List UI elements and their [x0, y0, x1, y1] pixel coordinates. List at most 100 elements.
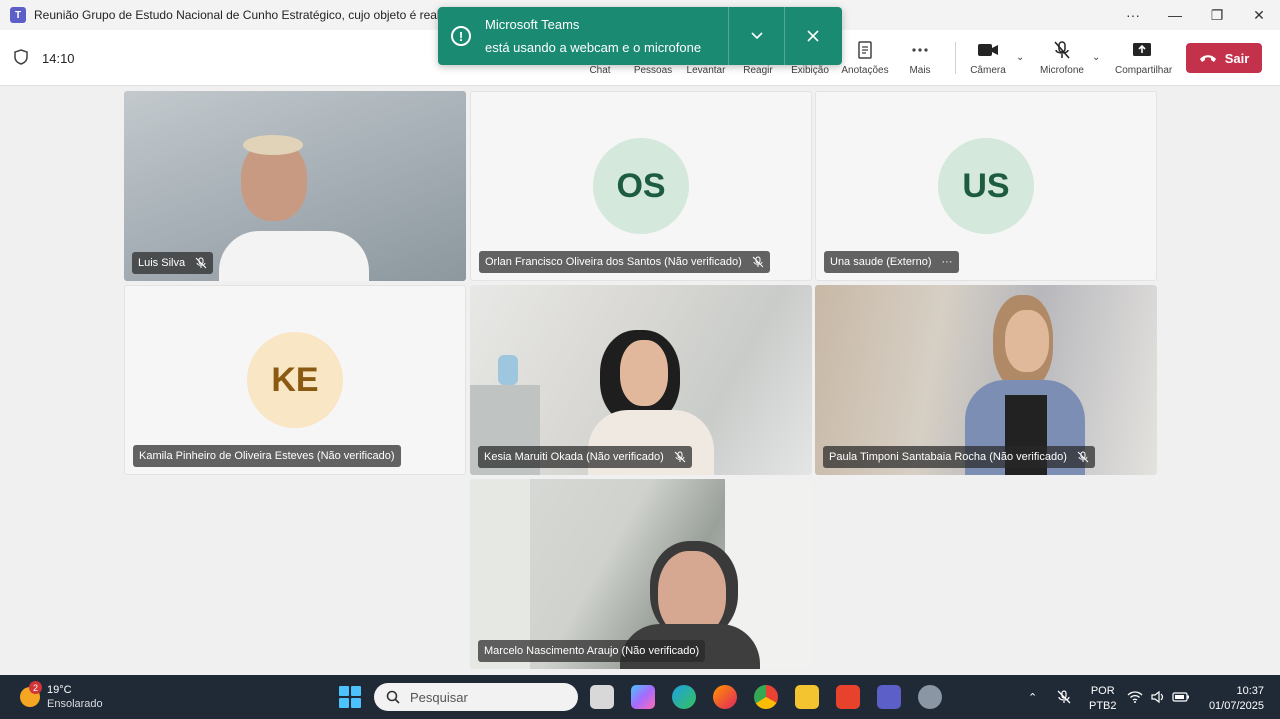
- alert-icon: !: [451, 26, 471, 46]
- mic-button[interactable]: Microfone: [1035, 38, 1089, 76]
- window-controls: ··· — ❐ ✕: [1112, 0, 1280, 30]
- participant-tile-orlan[interactable]: OS Orlan Francisco Oliveira dos Santos (…: [470, 91, 812, 281]
- mic-off-icon: [674, 451, 686, 463]
- search-placeholder: Pesquisar: [410, 689, 468, 705]
- participant-nameplate: Orlan Francisco Oliveira dos Santos (Não…: [479, 251, 770, 273]
- participant-name: Kamila Pinheiro de Oliveira Esteves (Não…: [139, 450, 395, 462]
- participant-tile-una-saude[interactable]: US Una saude (Externo) ···: [815, 91, 1157, 281]
- chevron-down-icon: [750, 32, 763, 40]
- chrome-icon[interactable]: [754, 685, 778, 709]
- view-label: Exibição: [791, 65, 829, 76]
- avatar: KE: [247, 332, 343, 428]
- system-clock[interactable]: 10:37 01/07/2025: [1200, 684, 1264, 714]
- participant-name: Marcelo Nascimento Araujo (Não verificad…: [484, 645, 700, 657]
- volume-icon[interactable]: [1150, 675, 1166, 719]
- windows-taskbar: 2 19°C Ensolarado Pesquisar ⌃ POR PTB2 1…: [0, 675, 1280, 719]
- people-label: Pessoas: [633, 65, 673, 76]
- window-more-button[interactable]: ···: [1112, 0, 1154, 30]
- settings-gear-icon[interactable]: [918, 685, 942, 709]
- mic-off-icon: [195, 257, 207, 269]
- close-window-button[interactable]: ✕: [1238, 0, 1280, 30]
- language-code: POR: [1090, 685, 1115, 697]
- participant-nameplate: Marcelo Nascimento Araujo (Não verificad…: [478, 640, 706, 662]
- more-icon: [912, 48, 928, 52]
- shield-icon: [14, 49, 28, 65]
- teams-taskbar-icon[interactable]: [877, 685, 901, 709]
- weather-temperature[interactable]: 19°C: [47, 684, 72, 696]
- notes-label: Anotações: [841, 65, 889, 76]
- clock-date: 01/07/2025: [1208, 700, 1264, 712]
- taskbar-search[interactable]: Pesquisar: [374, 683, 578, 711]
- show-hidden-icons-chevron-icon[interactable]: ⌃: [1028, 675, 1037, 719]
- toast-message: está usando a webcam e o microfone: [485, 40, 702, 55]
- search-icon: [386, 690, 400, 704]
- share-label: Compartilhar: [1115, 65, 1173, 76]
- mic-off-icon: [1057, 690, 1071, 704]
- participant-tile-kamila[interactable]: KE Kamila Pinheiro de Oliveira Esteves (…: [124, 285, 466, 475]
- mic-options-chevron-icon[interactable]: ⌄: [1092, 52, 1100, 63]
- firefox-icon[interactable]: [713, 685, 737, 709]
- participant-name: Una saude (Externo): [830, 256, 932, 268]
- teams-notification-toast: ! Microsoft Teams está usando a webcam e…: [438, 7, 842, 65]
- wps-office-icon[interactable]: [836, 685, 860, 709]
- share-icon: [1133, 43, 1151, 56]
- participant-nameplate: Paula Timponi Santabaia Rocha (Não verif…: [823, 446, 1095, 468]
- minimize-button[interactable]: —: [1154, 0, 1196, 30]
- participant-nameplate: Una saude (Externo) ···: [824, 251, 959, 273]
- input-language[interactable]: POR PTB2: [1089, 684, 1117, 714]
- toast-close-button[interactable]: [784, 7, 840, 65]
- raise-hand-label: Levantar: [686, 65, 726, 76]
- mic-off-icon: [1054, 41, 1070, 59]
- participant-tile-kesia[interactable]: Kesia Maruiti Okada (Não verificado): [470, 285, 812, 475]
- file-explorer-icon[interactable]: [795, 685, 819, 709]
- more-label: Mais: [909, 65, 931, 76]
- wifi-icon[interactable]: [1127, 675, 1143, 719]
- notes-icon: [858, 41, 872, 59]
- battery-icon[interactable]: [1172, 675, 1190, 719]
- notes-button[interactable]: Anotações: [838, 38, 892, 76]
- maximize-button[interactable]: ❐: [1196, 0, 1238, 30]
- participant-tile-marcelo[interactable]: Marcelo Nascimento Araujo (Não verificad…: [470, 479, 812, 669]
- keyboard-layout: PTB2: [1089, 700, 1117, 712]
- camera-label: Câmera: [970, 65, 1006, 76]
- phone-hangup-icon: [1199, 55, 1216, 62]
- toolbar-divider: [955, 42, 956, 74]
- weather-badge: 2: [29, 681, 42, 694]
- participant-tile-luis-silva[interactable]: Luis Silva: [124, 91, 466, 281]
- mic-muted-tray-icon[interactable]: [1056, 675, 1072, 719]
- participant-name: Kesia Maruiti Okada (Não verificado): [484, 451, 664, 463]
- participant-nameplate: Kamila Pinheiro de Oliveira Esteves (Não…: [133, 445, 401, 467]
- clock-time: 10:37: [1236, 685, 1264, 697]
- copilot-icon[interactable]: [631, 685, 655, 709]
- windows-start-icon[interactable]: [339, 686, 361, 708]
- toast-title: Microsoft Teams: [485, 17, 580, 32]
- participant-name: Paula Timponi Santabaia Rocha (Não verif…: [829, 451, 1067, 463]
- mic-label: Microfone: [1040, 65, 1084, 76]
- leave-label: Sair: [1224, 50, 1250, 66]
- teams-icon: T: [10, 7, 26, 23]
- edge-icon[interactable]: [672, 685, 696, 709]
- more-button[interactable]: Mais: [893, 38, 947, 76]
- participant-more-button[interactable]: ···: [942, 256, 953, 268]
- leave-button[interactable]: Sair: [1186, 43, 1262, 73]
- mic-off-icon: [1077, 451, 1089, 463]
- camera-options-chevron-icon[interactable]: ⌄: [1016, 52, 1024, 63]
- share-button[interactable]: Compartilhar: [1115, 38, 1173, 76]
- participant-nameplate: Luis Silva: [132, 252, 214, 274]
- participant-nameplate: Kesia Maruiti Okada (Não verificado): [478, 446, 692, 468]
- video-feed: [219, 131, 369, 281]
- close-icon: [806, 30, 819, 42]
- weather-condition[interactable]: Ensolarado: [47, 698, 103, 710]
- camera-icon: [978, 44, 998, 56]
- avatar: US: [938, 138, 1034, 234]
- camera-button[interactable]: Câmera: [961, 38, 1015, 76]
- task-view-icon[interactable]: [590, 685, 614, 709]
- avatar: OS: [593, 138, 689, 234]
- participant-tile-paula[interactable]: Paula Timponi Santabaia Rocha (Não verif…: [815, 285, 1157, 475]
- chat-label: Chat: [589, 65, 611, 76]
- toast-expand-button[interactable]: [728, 7, 784, 65]
- meeting-timer: 14:10: [42, 51, 75, 66]
- participant-name: Luis Silva: [138, 257, 186, 269]
- participant-name: Orlan Francisco Oliveira dos Santos (Não…: [485, 256, 742, 268]
- react-label: Reagir: [743, 65, 773, 76]
